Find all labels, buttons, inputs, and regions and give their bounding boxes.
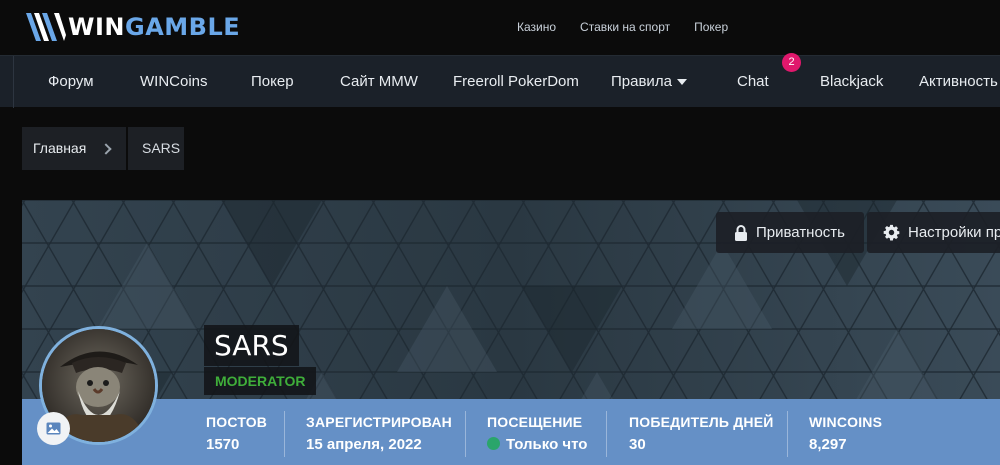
- stat-posts-label: ПОСТОВ: [206, 414, 268, 430]
- stat-last-seen-value: Только что: [487, 436, 587, 453]
- stat-divider: [606, 411, 607, 457]
- logo-text-win: WIN: [68, 13, 125, 41]
- top-link-casino[interactable]: Казино: [517, 20, 556, 34]
- main-nav: Форум WINCoins Покер Сайт MMW Freeroll P…: [0, 55, 1000, 108]
- nav-item-wincoins[interactable]: WINCoins: [140, 56, 208, 108]
- stat-registered-value: 15 апреля, 2022: [306, 436, 422, 453]
- chevron-right-icon: [100, 142, 112, 155]
- lock-icon: [735, 224, 747, 241]
- profile-role-badge: MODERATOR: [204, 367, 317, 395]
- site-logo[interactable]: WINGAMBLE: [24, 10, 240, 44]
- nav-item-chat[interactable]: Chat: [737, 56, 769, 108]
- stat-last-seen-text: Только что: [506, 436, 588, 453]
- nav-item-blackjack[interactable]: Blackjack: [820, 56, 883, 108]
- nav-item-rules[interactable]: Правила: [611, 56, 687, 108]
- stat-wincoins-label: WINCOINS: [809, 414, 883, 430]
- stat-divider: [787, 411, 788, 457]
- logo-text-gamble: GAMBLE: [125, 13, 241, 41]
- stat-divider: [465, 411, 466, 457]
- privacy-button[interactable]: Приватность: [716, 212, 864, 253]
- profile-settings-label: Настройки пр: [908, 224, 1000, 241]
- nav-item-poker[interactable]: Покер: [251, 56, 294, 108]
- breadcrumb-home[interactable]: Главная: [22, 127, 126, 170]
- image-icon: [46, 422, 61, 435]
- breadcrumb-current: SARS: [128, 127, 184, 170]
- privacy-button-label: Приватность: [756, 224, 845, 241]
- gear-icon: [883, 224, 900, 241]
- stat-wincoins-value: 8,297: [809, 436, 847, 453]
- top-link-sports[interactable]: Ставки на спорт: [580, 20, 670, 34]
- wingamble-logo-icon: [26, 13, 66, 41]
- chat-notification-badge: 2: [782, 53, 801, 72]
- nav-item-rules-label: Правила: [611, 73, 672, 90]
- stat-divider: [284, 411, 285, 457]
- top-header: WINGAMBLE Казино Ставки на спорт Покер: [0, 0, 1000, 55]
- profile-settings-button[interactable]: Настройки пр: [867, 212, 1000, 253]
- stat-last-seen-label: ПОСЕЩЕНИЕ: [487, 414, 583, 430]
- nav-item-activity[interactable]: Активность: [919, 56, 998, 108]
- stat-posts-value[interactable]: 1570: [206, 436, 239, 453]
- online-status-icon: [487, 437, 500, 450]
- top-links: Казино Ставки на спорт Покер: [517, 20, 728, 34]
- stat-registered-label: ЗАРЕГИСТРИРОВАН: [306, 414, 452, 430]
- nav-item-freeroll[interactable]: Freeroll PokerDom: [453, 56, 579, 108]
- top-link-poker[interactable]: Покер: [694, 20, 728, 34]
- nav-item-mmw[interactable]: Сайт MMW: [340, 56, 418, 108]
- breadcrumb-home-label: Главная: [33, 140, 87, 156]
- profile-username: SARS: [204, 325, 299, 366]
- nav-divider: [13, 56, 14, 108]
- stat-days-won-value[interactable]: 30: [629, 436, 646, 453]
- breadcrumb: Главная SARS: [22, 127, 184, 170]
- avatar-upload-button[interactable]: [37, 412, 70, 445]
- nav-item-forum[interactable]: Форум: [48, 56, 94, 108]
- stat-days-won-label: ПОБЕДИТЕЛЬ ДНЕЙ: [629, 414, 774, 430]
- profile-stats-bar: ПОСТОВ 1570 ЗАРЕГИСТРИРОВАН 15 апреля, 2…: [22, 399, 1000, 465]
- caret-down-icon: [676, 79, 687, 86]
